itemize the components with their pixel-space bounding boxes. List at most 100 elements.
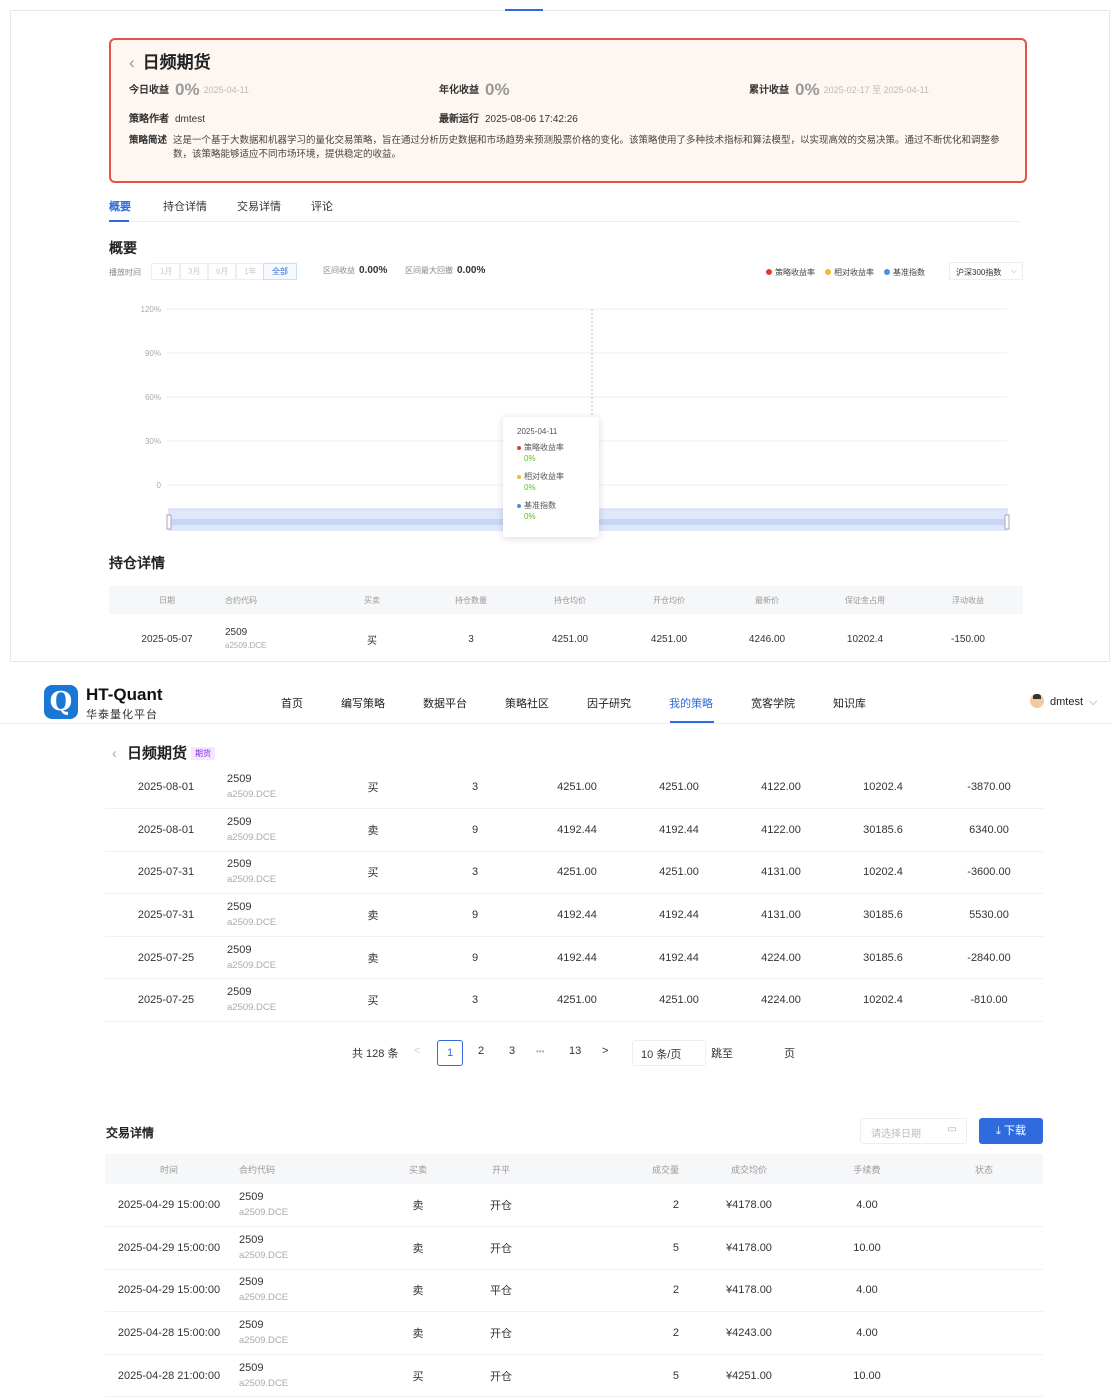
tooltip-strategy-dot [517, 446, 521, 450]
chart-tooltip: 2025-04-11 策略收益率 0% 相对收益率 0% 基准指数 0% [503, 417, 599, 537]
cell-side: 买 [367, 635, 377, 647]
table-row: 2025-08-01 2509 a2509.DCE 买 3 4251.00 4251.00 4… [105, 766, 1043, 810]
cell-qty: 3 [423, 766, 527, 810]
contract-code: 2509 [227, 773, 252, 786]
page-13-button[interactable]: 13 [569, 1045, 581, 1057]
benchmark-index-select[interactable]: 沪深300指数 ⌵ [949, 262, 1023, 280]
col-qty: 持仓数量 [423, 586, 519, 614]
tab-overview[interactable]: 概要 [109, 198, 131, 214]
cell-open-avg: 4192.44 [627, 893, 731, 937]
top-navbar: Q HT-Quant 华泰量化平台 首页 编写策略 数据平台 策略社区 因子研究… [0, 680, 1112, 724]
strategy-title: ‹ 日频期货 [129, 48, 211, 73]
range-1y-button[interactable]: 1年 [235, 263, 266, 280]
tooltip-relative-value: 0% [524, 483, 536, 492]
tooltip-benchmark-label: 基准指数 [524, 501, 556, 510]
back-icon[interactable]: ‹ [129, 53, 135, 72]
legend-relative[interactable]: 相对收益率 [825, 267, 874, 278]
table-row: 2025-05-07 2509 a2509.DCE 买 3 4251.00 425… [109, 614, 1023, 664]
cell-side: 卖 [373, 1226, 463, 1270]
cell-price: ¥4178.00 [689, 1226, 809, 1270]
cell-margin: 30185.6 [831, 893, 935, 937]
max-drawdown-label: 区间最大回撤 [405, 266, 453, 275]
page-3-button[interactable]: 3 [509, 1045, 515, 1057]
zoom-handle-left[interactable] [166, 514, 172, 530]
strategy-detail-top: ‹ 日频期货 今日收益 0% 2025-04-11 年化收益 0% 累计收益 0% 2025… [10, 9, 1110, 664]
range-6m-button[interactable]: 6月 [207, 263, 238, 280]
calendar-icon: ▭ [947, 1124, 957, 1135]
nav-item-home[interactable]: 首页 [281, 695, 303, 711]
cell-last: 4131.00 [731, 851, 831, 895]
cumulative-return-value: 0% [795, 80, 820, 99]
cell-code: 2509 a2509.DCE [227, 978, 323, 1023]
cell-time: 2025-04-29 15:00:00 [105, 1269, 233, 1313]
cell-last: 4122.00 [731, 808, 831, 852]
range-1m-button[interactable]: 1月 [151, 263, 182, 280]
cell-margin: 10202.4 [846, 633, 884, 645]
cell-open-close: 平仓 [463, 1269, 539, 1313]
cell-open-close: 开仓 [463, 1311, 539, 1355]
legend-benchmark[interactable]: 基准指数 [884, 267, 925, 278]
cell-side: 卖 [323, 936, 423, 980]
cell-pnl: -3870.00 [935, 766, 1043, 810]
legend-strategy[interactable]: 策略收益率 [766, 267, 815, 278]
cell-qty: 9 [423, 893, 527, 937]
nav-item-data-platform[interactable]: 数据平台 [423, 695, 467, 711]
cell-volume: 2 [539, 1184, 689, 1228]
logo-icon[interactable]: Q [44, 685, 78, 719]
col-open-close: 开平 [463, 1154, 539, 1184]
nav-item-my-strategies[interactable]: 我的策略 [669, 695, 713, 711]
nav-item-knowledge[interactable]: 知识库 [833, 695, 866, 711]
user-menu[interactable]: dmtest ⌵ [1030, 694, 1097, 709]
time-range-label: 播放时间 [109, 268, 141, 277]
range-all-button[interactable]: 全部 [263, 263, 297, 280]
contract-code: 2509 [239, 1233, 264, 1246]
nav-item-academy[interactable]: 宽客学院 [751, 695, 795, 711]
tooltip-benchmark: 基准指数 [517, 500, 585, 511]
cell-code: 2509 a2509.DCE [233, 1311, 373, 1355]
cell-last: 4224.00 [731, 978, 831, 1023]
range-3m-button[interactable]: 3月 [179, 263, 210, 280]
nav-item-community[interactable]: 策略社区 [505, 695, 549, 711]
cell-time: 2025-04-29 15:00:00 [105, 1226, 233, 1270]
col-time: 时间 [105, 1154, 233, 1184]
cell-side: 卖 [373, 1269, 463, 1313]
download-button[interactable]: ⤓ 下载 [979, 1118, 1043, 1144]
cell-status [925, 1184, 1043, 1228]
date-picker[interactable]: 请选择日期 ▭ [860, 1118, 967, 1144]
tooltip-strategy: 策略收益率 [517, 442, 585, 453]
nav-item-factor-research[interactable]: 因子研究 [587, 695, 631, 711]
description-label: 策略简述 [129, 135, 168, 146]
strategy-description: 策略简述 这是一个基于大数据和机器学习的量化交易策略，旨在通过分析历史数据和市场… [129, 134, 1009, 162]
tooltip-strategy-label: 策略收益率 [524, 443, 564, 452]
download-icon: ⤓ [996, 1125, 1001, 1137]
page-size-select[interactable]: 10 条/页 ⌵ [632, 1040, 706, 1066]
page-2-button[interactable]: 2 [478, 1045, 484, 1057]
cell-hold-avg: 4192.44 [527, 936, 627, 980]
cell-date: 2025-07-31 [105, 893, 227, 937]
col-hold-avg: 持仓均价 [519, 586, 621, 614]
cell-side: 卖 [323, 893, 423, 937]
cell-code: 2509 a2509.DCE [233, 1184, 373, 1228]
page-1-button[interactable]: 1 [437, 1040, 463, 1066]
prev-page-icon[interactable]: < [414, 1045, 420, 1057]
table-row: 2025-04-28 15:00:00 2509 a2509.DCE 卖开仓 2 ¥424… [105, 1311, 1043, 1355]
cell-time: 2025-04-28 21:00:00 [105, 1354, 233, 1398]
y-tick-label: 0 [157, 481, 162, 490]
nav-item-write-strategy[interactable]: 编写策略 [341, 695, 385, 711]
tab-comments[interactable]: 评论 [311, 198, 333, 214]
tab-trades[interactable]: 交易详情 [237, 198, 281, 214]
table-row: 2025-07-25 2509 a2509.DCE 买 3 4251.00 4251.00 4… [105, 978, 1043, 1023]
table-header-row: 日期 合约代码 买卖 持仓数量 持仓均价 开仓均价 最新价 保证金占用 浮动收益 [109, 586, 1023, 614]
tab-positions[interactable]: 持仓详情 [163, 198, 207, 214]
zoom-handle-right[interactable] [1004, 514, 1010, 530]
max-drawdown: 区间最大回撤 0.00% [405, 265, 485, 276]
cell-code: 2509 a2509.DCE [233, 1269, 373, 1313]
back-icon[interactable]: ‹ [112, 745, 117, 762]
page-ellipsis[interactable]: ••• [536, 1047, 544, 1056]
table-row: 2025-08-01 2509 a2509.DCE 卖 9 4192.44 4192.44 4… [105, 808, 1043, 852]
next-page-icon[interactable]: > [602, 1045, 608, 1057]
annual-return-value: 0% [485, 80, 510, 99]
cell-margin: 30185.6 [831, 808, 935, 852]
today-return: 今日收益 0% 2025-04-11 [129, 80, 249, 100]
active-tab-underline [109, 220, 129, 222]
